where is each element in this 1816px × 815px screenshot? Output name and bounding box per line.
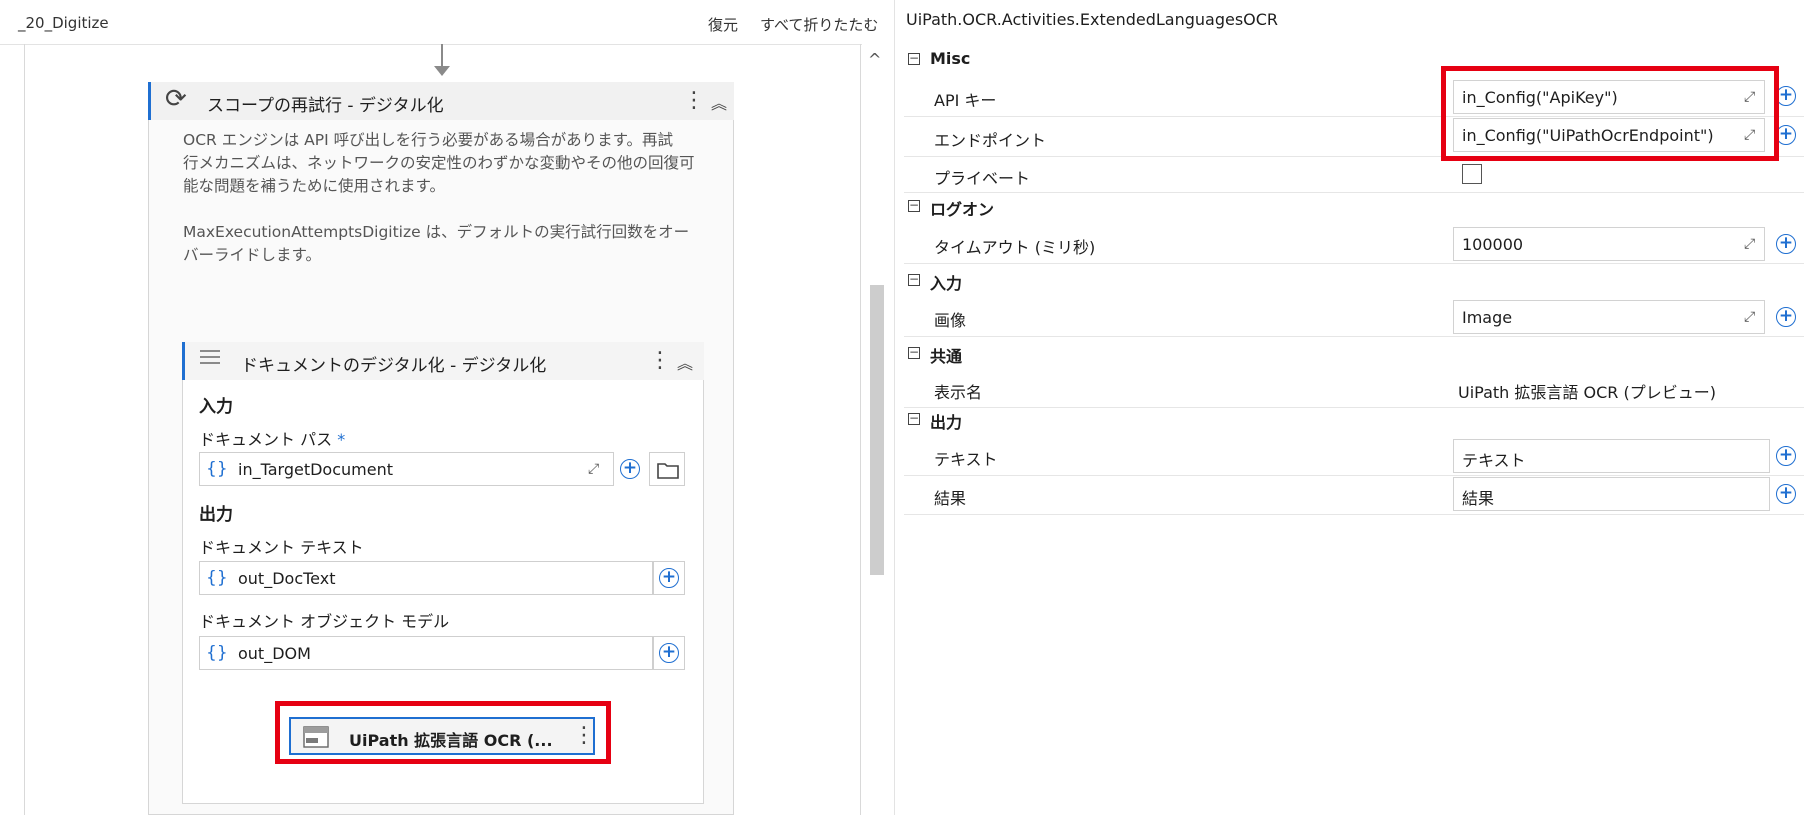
private-label: プライベート (934, 169, 1031, 188)
add-variable-icon[interactable]: + (1776, 484, 1796, 504)
dom-label: ドキュメント オブジェクト モデル (199, 612, 450, 631)
endpoint-label: エンドポイント (934, 131, 1047, 150)
category-logon[interactable]: ログオン (930, 196, 994, 220)
config-highlight-frame (1441, 66, 1779, 161)
image-label: 画像 (934, 311, 967, 330)
timeout-label: タイムアウト (ミリ秒) (934, 238, 1096, 257)
restore-button[interactable]: 復元 (708, 14, 738, 35)
digitize-collapse-icon[interactable]: ︽ (677, 350, 693, 374)
add-variable-icon[interactable]: + (1776, 234, 1796, 254)
add-variable-icon[interactable]: + (1776, 86, 1796, 106)
description-line: バーライドします。 (183, 246, 321, 264)
workflow-designer: _20_Digitize 復元 すべて折りたたむ ⟳ スコープの再試行 - デジ… (0, 0, 892, 815)
expand-editor-icon[interactable]: ⤢ (1744, 236, 1755, 252)
scrollbar-thumb[interactable] (870, 285, 884, 575)
expression-brace-icon: {} (206, 643, 228, 663)
ocr-menu-icon[interactable]: ⋮ (573, 725, 595, 747)
digitize-menu-icon[interactable]: ⋮ (649, 350, 671, 372)
output-section-label: 出力 (199, 505, 233, 525)
designer-header: _20_Digitize 復元 すべて折りたたむ (0, 0, 892, 45)
expression-brace-icon: {} (206, 459, 228, 479)
uipath-extended-ocr-activity[interactable]: UiPath 拡張言語 OCR (... ⋮ (289, 717, 595, 755)
category-collapse-icon[interactable]: − (908, 199, 920, 212)
display-name-value[interactable]: UiPath 拡張言語 OCR (プレビュー) (1458, 379, 1716, 403)
document-path-field[interactable]: {} in_TargetDocument ⤢ (199, 452, 614, 486)
collapse-all-button[interactable]: すべて折りたたむ (760, 14, 878, 35)
browse-folder-button[interactable] (649, 452, 685, 486)
description-line: OCR エンジンは API 呼び出しを行う必要がある場合があります。再試 (183, 131, 674, 149)
retry-scope-description: OCR エンジンは API 呼び出しを行う必要がある場合があります。再試 行メカ… (183, 129, 713, 267)
flow-arrow-icon (434, 66, 450, 76)
retry-scope-header[interactable]: ⟳ スコープの再試行 - デジタル化 ⋮ ︽ (148, 82, 734, 120)
text-field[interactable]: テキスト (1453, 439, 1770, 473)
category-input[interactable]: 入力 (930, 270, 962, 294)
properties-title: UiPath.OCR.Activities.ExtendedLanguagesO… (906, 10, 1279, 29)
scroll-up-icon[interactable]: ^ (868, 50, 881, 69)
scope-menu-icon[interactable]: ⋮ (683, 90, 705, 112)
add-variable-icon[interactable]: + (659, 568, 679, 588)
add-variable-icon[interactable]: + (1776, 446, 1796, 466)
add-variable-icon[interactable]: + (1776, 125, 1796, 145)
description-line: 行メカニズムは、ネットワークの安定性のわずかな変動やその他の回復可 (183, 154, 695, 172)
ocr-icon (303, 726, 329, 748)
timeout-value[interactable]: 100000 (1462, 235, 1523, 254)
expand-editor-icon[interactable]: ⤢ (1744, 309, 1755, 325)
text-label: テキスト (934, 450, 998, 469)
category-collapse-icon[interactable]: − (908, 346, 920, 359)
add-variable-icon[interactable]: + (659, 643, 679, 663)
input-section-label: 入力 (199, 397, 233, 417)
display-name-label: 表示名 (934, 383, 983, 402)
dom-add-box[interactable]: + (653, 636, 685, 670)
text-value[interactable]: テキスト (1462, 447, 1526, 471)
expression-brace-icon: {} (206, 568, 228, 588)
dom-field[interactable]: {} out_DOM (199, 636, 653, 670)
private-checkbox[interactable] (1462, 164, 1482, 184)
result-field[interactable]: 結果 (1453, 477, 1770, 511)
document-text-add-box[interactable]: + (653, 561, 685, 595)
document-path-label-text: ドキュメント パス (199, 430, 333, 449)
digitize-document-title: ドキュメントのデジタル化 - デジタル化 (241, 356, 547, 376)
scope-collapse-icon[interactable]: ︽ (711, 90, 727, 114)
property-row-private (904, 158, 1804, 193)
document-path-label: ドキュメント パス * (199, 426, 345, 450)
document-lines-icon (199, 348, 221, 368)
description-line: MaxExecutionAttemptsDigitize は、デフォルトの実行試… (183, 223, 690, 241)
result-value[interactable]: 結果 (1462, 485, 1494, 509)
dom-value[interactable]: out_DOM (238, 644, 311, 663)
add-variable-icon[interactable]: + (1776, 307, 1796, 327)
api-key-label: API キー (934, 91, 997, 110)
canvas-border-left (24, 44, 25, 815)
result-label: 結果 (934, 489, 967, 508)
image-field[interactable]: Image ⤢ (1453, 300, 1765, 334)
category-collapse-icon[interactable]: − (908, 52, 920, 65)
category-collapse-icon[interactable]: − (908, 412, 920, 425)
canvas-border-right (860, 44, 861, 815)
folder-icon (657, 461, 679, 479)
document-text-value[interactable]: out_DocText (238, 569, 335, 588)
category-common[interactable]: 共通 (930, 343, 962, 367)
document-text-label: ドキュメント テキスト (199, 538, 364, 557)
category-output[interactable]: 出力 (930, 409, 962, 433)
digitize-document-header[interactable]: ドキュメントのデジタル化 - デジタル化 ⋮ ︽ (182, 342, 704, 380)
timeout-field[interactable]: 100000 ⤢ (1453, 227, 1765, 261)
ocr-activity-label: UiPath 拡張言語 OCR (... (349, 731, 553, 750)
refresh-icon: ⟳ (165, 84, 187, 114)
image-value[interactable]: Image (1462, 308, 1512, 327)
category-collapse-icon[interactable]: − (908, 273, 920, 286)
document-path-value[interactable]: in_TargetDocument (238, 460, 393, 479)
expand-editor-icon[interactable]: ⤢ (588, 461, 599, 477)
required-mark: * (337, 430, 346, 449)
add-variable-icon[interactable]: + (620, 459, 640, 479)
retry-scope-title: スコープの再試行 - デジタル化 (207, 96, 444, 116)
document-text-field[interactable]: {} out_DocText (199, 561, 653, 595)
description-line: 能な問題を補うために使用されます。 (183, 177, 445, 195)
breadcrumb[interactable]: _20_Digitize (18, 14, 109, 32)
category-misc[interactable]: Misc (930, 49, 970, 68)
